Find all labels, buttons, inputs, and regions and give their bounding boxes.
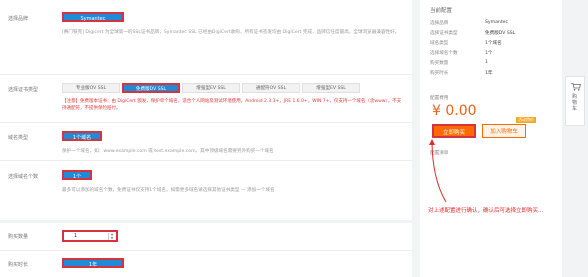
stepper-arrows-icon[interactable]: ▲ ▼	[108, 232, 115, 240]
duration-label: 购买时长	[8, 262, 29, 268]
domain-count-description: 最多可以添加的域名个数，免费证书仅支持1个域名，如需更多域名请选择其他证书类型 …	[62, 188, 275, 193]
config-panel: 选择品牌 Symantec [赛门铁克] Digicert 为全球第一的SSL证…	[0, 0, 412, 277]
cert-type-label: 选择证书类型	[8, 87, 39, 93]
summary-row-domain-count: 选择域名个数 1个	[430, 51, 493, 56]
divider	[0, 250, 412, 251]
summary-title: 当前配置	[430, 8, 453, 14]
domain-type-single[interactable]: 1个域名	[62, 131, 102, 141]
summary-row-quantity: 购买数量 1	[430, 60, 488, 66]
brand-description: [赛门铁克] Digicert 为全球第一的SSL证书品牌，Symantec S…	[62, 30, 400, 35]
summary-row-cert-type: 选择证书类型 免费版DV SSL	[430, 31, 516, 36]
domain-count-label: 选择域名个数	[8, 174, 39, 180]
price-value: ¥ 0.00	[432, 103, 477, 119]
config-list-label: 配置清单	[430, 151, 449, 156]
cart-icon	[571, 83, 581, 91]
floating-cart-label: 购物车	[572, 94, 578, 112]
tab-enhanced-ev-2[interactable]: 增强型EV SSL	[302, 83, 360, 93]
price-label: 配置费用	[430, 96, 449, 101]
domain-count-option[interactable]: 1个	[62, 170, 92, 180]
floating-cart[interactable]: 购物车	[565, 76, 585, 126]
tab-enhanced-ev[interactable]: 增强型EV SSL	[182, 83, 240, 93]
buy-now-button[interactable]: 立即购买	[432, 124, 476, 138]
cert-type-warning: 【注意】免费版本证书：由 DigiCert 颁发，保护单个域名，适合个人网站及测…	[62, 99, 402, 111]
domain-type-description: 保护一个域名，如：www.example.com 或 test.example.…	[62, 149, 274, 154]
quantity-label: 购买数量	[8, 234, 29, 240]
summary-row-duration: 购买时长 1年	[430, 71, 493, 76]
divider	[0, 160, 412, 161]
brand-option-symantec[interactable]: Symantec	[62, 12, 124, 22]
brand-label: 选择品牌	[8, 16, 29, 22]
divider	[0, 74, 412, 75]
quantity-stepper[interactable]: 1 ▲ ▼	[62, 230, 118, 242]
tab-free-dv[interactable]: 免费版DV SSL	[122, 83, 180, 93]
discount-badge: 活动特价	[516, 117, 536, 123]
tab-professional-ov[interactable]: 专业版OV SSL	[62, 83, 120, 93]
annotation-text: 对上述配置进行确认，确认后可选择立即购买...	[428, 208, 544, 214]
quantity-value: 1	[74, 233, 78, 239]
order-summary-panel: 当前配置 选择品牌 Symantec 选择证书类型 免费版DV SSL 域名类型 1个…	[420, 0, 562, 277]
divider	[0, 122, 412, 123]
add-to-cart-button[interactable]: 加入购物车	[482, 124, 526, 138]
tab-wildcard-ov[interactable]: 通配符OV SSL	[242, 83, 300, 93]
summary-row-domain-type: 域名类型 1个域名	[430, 41, 502, 46]
domain-type-label: 域名类型	[8, 135, 29, 141]
duration-option-1year[interactable]: 1年	[62, 258, 124, 268]
summary-row-brand: 选择品牌 Symantec	[430, 20, 508, 26]
divider	[0, 220, 412, 223]
cert-type-tabs: 专业版OV SSL 免费版DV SSL 增强型EV SSL 通配符OV SSL …	[62, 83, 360, 93]
